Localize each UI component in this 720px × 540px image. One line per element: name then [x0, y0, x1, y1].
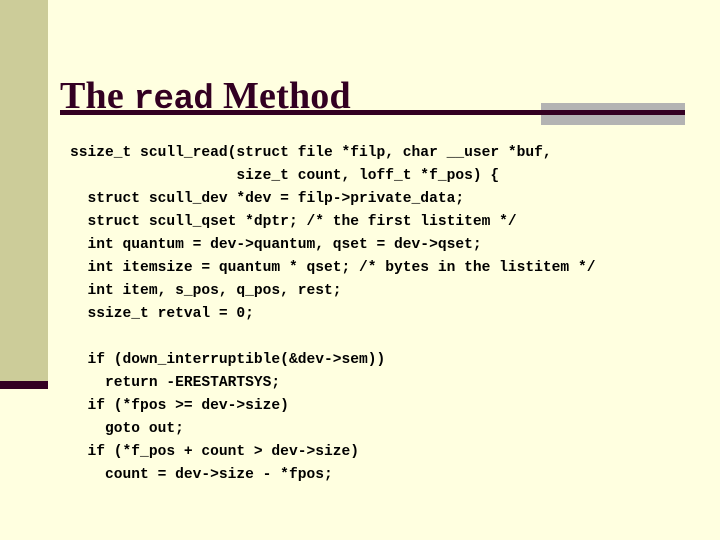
left-accent-band: [0, 0, 48, 381]
page-title: The read Method: [60, 67, 700, 125]
presentation-slide: The read Method ssize_t scull_read(struc…: [0, 0, 720, 540]
title-suffix: Method: [213, 75, 351, 118]
code-line: int item, s_pos, q_pos, rest;: [70, 282, 342, 299]
code-line: int itemsize = quantum * qset; /* bytes …: [70, 259, 596, 276]
title-prefix: The: [60, 75, 134, 118]
code-line: size_t count, loff_t *f_pos) {: [70, 167, 500, 184]
code-line: if (*f_pos + count > dev->size): [70, 443, 360, 460]
code-line: ssize_t retval = 0;: [70, 305, 254, 322]
code-line: struct scull_dev *dev = filp->private_da…: [70, 190, 465, 207]
code-line: goto out;: [70, 420, 184, 437]
code-line: ssize_t scull_read(struct file *filp, ch…: [70, 144, 552, 161]
code-listing: ssize_t scull_read(struct file *filp, ch…: [70, 142, 720, 487]
code-line: if (*fpos >= dev->size): [70, 397, 289, 414]
left-accent-band-foot: [0, 381, 48, 389]
code-line: return -ERESTARTSYS;: [70, 374, 281, 391]
title-mono-keyword: read: [133, 81, 214, 120]
code-line: struct scull_qset *dptr; /* the first li…: [70, 213, 517, 230]
code-line: count = dev->size - *fpos;: [70, 466, 333, 483]
code-line: if (down_interruptible(&dev->sem)): [70, 351, 386, 368]
code-line: int quantum = dev->quantum, qset = dev->…: [70, 236, 482, 253]
